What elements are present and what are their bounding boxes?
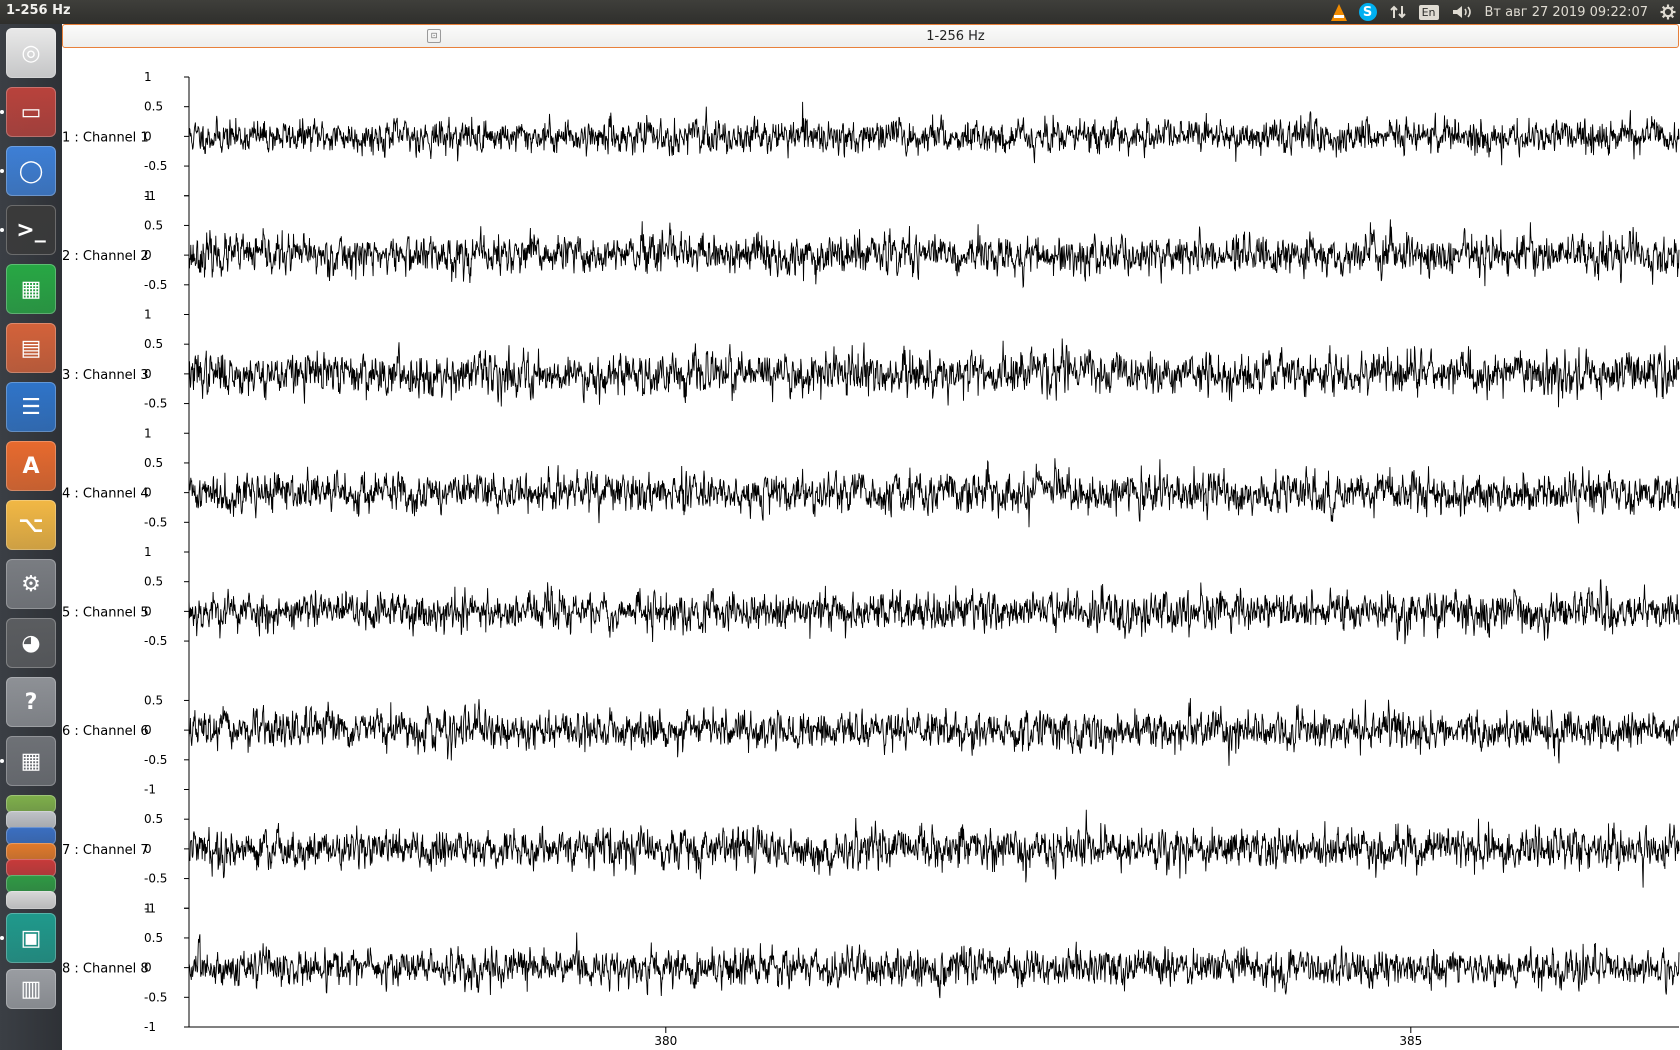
channel-label: 1 : Channel 1 xyxy=(62,130,149,145)
vlc-tray-icon[interactable] xyxy=(1330,0,1347,24)
plot-window: ⊡ 1-256 Hz 1 : Channel 1 1 0.5 0 -0.5 -1 2 : C… xyxy=(62,24,1680,1050)
x-tick-label: 385 xyxy=(1399,1034,1422,1048)
y-tick-label: 1 xyxy=(144,189,152,203)
channel-1: 1 : Channel 110.50-0.5-1 xyxy=(62,70,1680,203)
channel-3: 3 : Channel 3 1 0.5 0 -0.5 xyxy=(62,308,1680,411)
y-tick-label: 1 xyxy=(144,901,152,915)
channel-trace xyxy=(188,219,1680,289)
clock[interactable]: Вт авг 27 2019 09:22:07 xyxy=(1485,0,1649,24)
y-tick-label: -0.5 xyxy=(144,990,167,1004)
app-icon-7[interactable] xyxy=(6,891,56,909)
channel-label: 5 : Channel 5 xyxy=(62,605,149,620)
y-tick-label: -0.5 xyxy=(144,159,167,173)
y-tick-label: 0.5 xyxy=(144,812,163,826)
skype-icon: S xyxy=(1358,3,1377,21)
channel-6: 6 : Channel 6 0.5 0 -0.5 -1 xyxy=(62,693,1680,797)
gimp-icon[interactable]: ◕ xyxy=(6,618,56,668)
channel-8: 8 : Channel 8 1 0.5 0 -0.5 -1 xyxy=(62,901,1680,1034)
y-tick-label: 0.5 xyxy=(144,693,163,707)
y-tick-label: 1 xyxy=(144,308,152,322)
channel-trace xyxy=(188,698,1680,766)
keyboard-layout-label: En xyxy=(1418,4,1439,20)
channel-label: 8 : Channel 8 xyxy=(62,962,149,977)
window-header: ⊡ 1-256 Hz xyxy=(62,24,1679,48)
terminal-icon[interactable]: >_ xyxy=(6,205,56,255)
file-manager-icon[interactable]: ▭ xyxy=(6,87,56,137)
schematic-editor-icon[interactable]: ⌥ xyxy=(6,500,56,550)
y-tick-label: 0.5 xyxy=(144,100,163,114)
running-indicator xyxy=(0,759,4,763)
y-tick-label: -0.5 xyxy=(144,872,167,886)
software-center-icon[interactable]: A xyxy=(6,441,56,491)
window-title: 1-256 Hz xyxy=(926,29,985,44)
network-icon[interactable] xyxy=(1389,0,1407,24)
y-tick-label: 0 xyxy=(144,604,152,618)
channel-trace xyxy=(188,338,1680,408)
running-indicator xyxy=(0,169,4,173)
channel-label: 2 : Channel 2 xyxy=(62,249,149,264)
launcher: ◎ ▭ ◯ >_ ▦ ▤ ☰ A ⌥ ⚙ ◕? ▦ ▣ ▥ xyxy=(0,24,62,1050)
y-tick-label: -1 xyxy=(144,783,156,797)
ubuntu-dash-icon[interactable]: ◎ xyxy=(6,28,56,78)
channel-label: 3 : Channel 3 xyxy=(62,368,149,383)
y-tick-label: -0.5 xyxy=(144,515,167,529)
channel-5: 5 : Channel 5 1 0.5 0 -0.5 xyxy=(62,545,1680,648)
y-tick-label: 1 xyxy=(144,70,152,84)
system-tray: S En Вт авг 27 2019 09:22:07 xyxy=(1319,0,1676,24)
keyboard-layout-indicator[interactable]: En xyxy=(1418,0,1439,24)
channel-label: 6 : Channel 6 xyxy=(62,724,149,739)
y-tick-label: 1 xyxy=(144,426,152,440)
y-tick-label: -0.5 xyxy=(144,634,167,648)
channel-trace xyxy=(188,932,1680,999)
channel-7: 7 : Channel 70.50-0.5-1 xyxy=(62,809,1680,915)
y-tick-label: 0 xyxy=(144,367,152,381)
y-tick-label: 0 xyxy=(144,486,152,500)
y-tick-label: 0.5 xyxy=(144,456,163,470)
running-indicator xyxy=(0,110,4,114)
channel-trace xyxy=(188,809,1680,888)
libreoffice-calc-icon[interactable]: ▦ xyxy=(6,264,56,314)
channel-4: 4 : Channel 4 1 0.5 0 -0.5 xyxy=(62,426,1680,529)
channel-label: 7 : Channel 7 xyxy=(62,843,149,858)
y-tick-label: 0 xyxy=(144,723,152,737)
y-tick-label: -0.5 xyxy=(144,753,167,767)
skype-tray-icon[interactable]: S xyxy=(1358,0,1377,24)
y-tick-label: 0.5 xyxy=(144,931,163,945)
y-tick-label: -0.5 xyxy=(144,397,167,411)
system-settings-icon[interactable]: ⚙ xyxy=(6,559,56,609)
volume-icon[interactable] xyxy=(1451,0,1473,24)
running-indicator xyxy=(0,228,4,232)
y-tick-label: 0.5 xyxy=(144,337,163,351)
channel-trace xyxy=(188,579,1680,645)
chromium-browser-icon[interactable]: ◯ xyxy=(6,146,56,196)
y-tick-label: 0 xyxy=(144,248,152,262)
y-tick-label: 0 xyxy=(144,961,152,975)
running-indicator xyxy=(0,936,4,940)
eeg-plot[interactable]: 1 : Channel 1 1 0.5 0 -0.5 -1 2 : Channel 2 1 0.… xyxy=(62,48,1680,1050)
libreoffice-writer-icon[interactable]: ☰ xyxy=(6,382,56,432)
channel-trace xyxy=(188,101,1680,166)
y-tick-label: 1 xyxy=(144,545,152,559)
active-app-title: 1-256 Hz xyxy=(6,3,71,18)
trash-icon[interactable]: ▥ xyxy=(6,969,56,1009)
active-app-icon[interactable]: ▣ xyxy=(6,913,56,963)
channel-trace xyxy=(188,458,1680,528)
session-gear-icon[interactable] xyxy=(1660,0,1676,24)
channel-2: 2 : Channel 2 1 0.5 0 -0.5 xyxy=(62,189,1680,292)
y-tick-label: -1 xyxy=(144,1020,156,1034)
help-icon[interactable]: ? xyxy=(6,677,56,727)
y-tick-label: 0.5 xyxy=(144,218,163,232)
channel-label: 4 : Channel 4 xyxy=(62,487,149,502)
x-tick-label: 380 xyxy=(654,1034,677,1048)
y-tick-label: 0 xyxy=(144,842,152,856)
top-panel: 1-256 Hz S En Вт авг 27 2019 09:22:07 xyxy=(0,0,1680,24)
y-tick-label: 0.5 xyxy=(144,575,163,589)
y-tick-label: -0.5 xyxy=(144,278,167,292)
y-tick-label: 0 xyxy=(144,129,152,143)
calculator-icon[interactable]: ▦ xyxy=(6,736,56,786)
libreoffice-impress-icon[interactable]: ▤ xyxy=(6,323,56,373)
